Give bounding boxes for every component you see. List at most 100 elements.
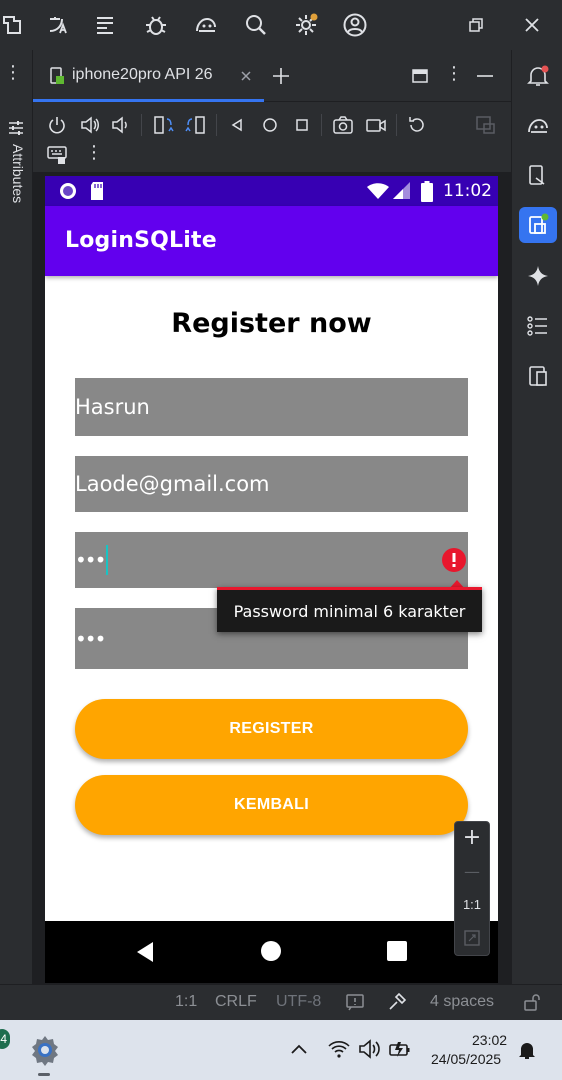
active-app-indicator [38, 1073, 50, 1076]
home-icon[interactable] [259, 114, 281, 136]
emulator-toolbar: ⋮ [33, 102, 511, 172]
volume-up-icon[interactable] [79, 114, 101, 136]
search-icon[interactable] [244, 13, 268, 37]
taskbar-time[interactable]: 23:02 [472, 1032, 507, 1048]
screenshot-icon[interactable] [332, 114, 354, 136]
gemini-spark-icon[interactable] [526, 264, 550, 288]
settings-icon[interactable] [294, 13, 318, 37]
app-title: LoginSQLite [65, 228, 217, 253]
windows-taskbar: 4 23:02 24/05/2025 [0, 1020, 562, 1080]
notification-bell-icon[interactable] [518, 1040, 536, 1060]
code-style-icon[interactable] [387, 992, 407, 1012]
show-hidden-icons-icon[interactable] [290, 1042, 308, 1056]
nav-recents-icon[interactable] [387, 941, 407, 961]
structure-list-icon[interactable] [526, 314, 550, 338]
rotate-right-icon[interactable] [185, 114, 207, 136]
password-field-value: ••• [75, 548, 106, 572]
ide-status-bar: 1:1 CRLF UTF-8 4 spaces [0, 984, 562, 1020]
attributes-panel-label[interactable]: Attributes [8, 144, 26, 264]
page-heading: Register now [171, 308, 372, 339]
snapshot-icon[interactable] [406, 114, 428, 136]
ide-title-bar [0, 0, 562, 50]
gemini-android-icon[interactable] [526, 114, 550, 138]
tray-battery-icon[interactable] [388, 1039, 412, 1059]
error-icon[interactable] [441, 547, 467, 573]
toolbar-divider [321, 114, 322, 136]
restore-window-icon[interactable] [464, 13, 488, 37]
tab-label: iphone20pro API 26 [72, 66, 213, 83]
project-icon[interactable] [0, 13, 24, 37]
left-tool-strip: ⋮ Attributes [0, 50, 33, 984]
tray-wifi-icon[interactable] [328, 1039, 350, 1059]
overview-icon[interactable] [291, 114, 313, 136]
tab-emulator[interactable]: iphone20pro API 26 [33, 50, 264, 102]
account-icon[interactable] [343, 13, 367, 37]
name-field[interactable]: Hasrun [75, 378, 468, 436]
bug-icon[interactable] [144, 13, 168, 37]
add-tab-icon[interactable] [272, 67, 290, 85]
cell-signal-icon [393, 182, 410, 199]
list-icon[interactable] [94, 13, 118, 37]
zoom-in-button[interactable]: + [455, 825, 489, 850]
register-button[interactable]: REGISTER [75, 699, 468, 759]
android-nav-bar [45, 921, 498, 983]
taskbar-badge[interactable]: 4 [0, 1029, 10, 1049]
lock-open-icon[interactable] [522, 992, 542, 1012]
power-icon[interactable] [46, 114, 68, 136]
indent-setting[interactable]: 4 spaces [430, 993, 494, 1011]
volume-down-icon[interactable] [109, 114, 131, 136]
running-devices-icon [529, 213, 549, 234]
app-bar: LoginSQLite [45, 206, 498, 276]
tab-options-icon[interactable]: ⋮ [445, 65, 463, 83]
caret-position[interactable]: 1:1 [175, 993, 197, 1011]
readonly-icon[interactable] [345, 992, 365, 1012]
emulator-tab-bar: iphone20pro API 26 ⋮ [33, 50, 511, 102]
back-icon[interactable] [226, 114, 248, 136]
nav-home-icon[interactable] [260, 940, 282, 962]
toolbar-divider [216, 114, 217, 136]
rotate-left-icon[interactable] [152, 114, 174, 136]
file-encoding[interactable]: UTF-8 [276, 993, 321, 1011]
confirm-password-field-value: ••• [75, 626, 106, 651]
display-mode-icon[interactable] [475, 114, 497, 136]
wifi-icon [367, 183, 389, 199]
attributes-sliders-icon[interactable] [8, 120, 24, 136]
settings-gear-app-icon[interactable] [28, 1033, 62, 1067]
translate-icon[interactable] [46, 13, 70, 37]
minimize-panel-icon[interactable] [476, 67, 494, 85]
more-options-icon[interactable]: ⋮ [4, 64, 22, 82]
nav-back-icon[interactable] [135, 941, 155, 963]
keyboard-icon[interactable] [46, 144, 68, 166]
password-field[interactable]: ••• [75, 532, 468, 588]
text-cursor [106, 545, 109, 575]
device-tab-icon [50, 67, 64, 84]
sd-card-icon [91, 182, 103, 200]
notifications-icon[interactable] [526, 64, 550, 88]
error-tooltip: Password minimal 6 karakter [217, 587, 482, 632]
layout-icon[interactable] [411, 67, 429, 85]
device-mirroring-icon[interactable] [526, 364, 550, 388]
line-separator[interactable]: CRLF [215, 993, 257, 1011]
name-field-value: Hasrun [75, 395, 150, 419]
tray-volume-icon[interactable] [358, 1039, 382, 1059]
zoom-controls: + — 1:1 [454, 821, 490, 956]
device-explorer-icon[interactable] [526, 164, 550, 188]
taskbar-date[interactable]: 24/05/2025 [431, 1051, 501, 1067]
email-field-value: Laode@gmail.com [75, 472, 270, 496]
toolbar-divider [396, 114, 397, 136]
status-time: 11:02 [443, 181, 492, 201]
zoom-out-button[interactable]: — [455, 862, 489, 881]
close-window-icon[interactable] [520, 13, 544, 37]
email-field[interactable]: Laode@gmail.com [75, 456, 468, 512]
close-tab-icon[interactable] [240, 70, 252, 82]
android-icon[interactable] [194, 13, 218, 37]
screen-record-icon[interactable] [365, 114, 387, 136]
zoom-fit-icon[interactable] [463, 929, 481, 947]
toolbar-more-icon[interactable]: ⋮ [85, 144, 103, 162]
device-screen: 11:02 LoginSQLite Register now Hasrun La… [45, 176, 498, 983]
zoom-actual-size-button[interactable]: 1:1 [455, 897, 489, 912]
running-devices-button[interactable] [519, 207, 557, 243]
right-tool-strip [511, 50, 562, 984]
back-button[interactable]: KEMBALI [75, 775, 468, 835]
android-status-bar: 11:02 [45, 176, 498, 206]
